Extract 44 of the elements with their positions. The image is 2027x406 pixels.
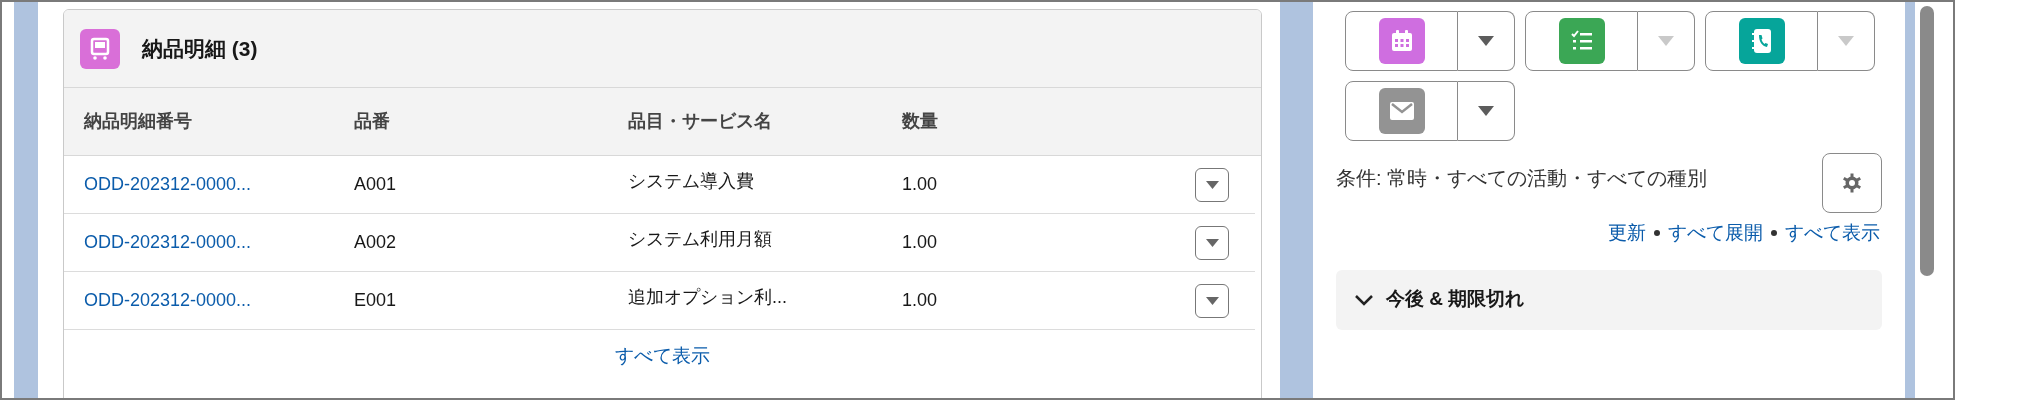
table-cell: A002 — [354, 232, 397, 252]
row-menu-button[interactable] — [1195, 167, 1229, 202]
new-task-button[interactable] — [1525, 11, 1638, 71]
section-title: 今後 & 期限切れ — [1386, 287, 1525, 312]
caret-icon — [1658, 36, 1674, 46]
dropdown-button[interactable] — [1458, 11, 1515, 71]
new-call-button[interactable] — [1705, 11, 1818, 71]
column-header: 品目・サービス名 — [628, 111, 772, 131]
record-link[interactable]: ODD-202312-0000... — [84, 232, 252, 252]
table-cell: システム導入費 — [628, 171, 754, 191]
column-header: 納品明細番号 — [84, 111, 192, 131]
table-cell: 1.00 — [902, 174, 938, 194]
caret-icon — [1478, 106, 1494, 116]
caret-icon — [1205, 237, 1219, 248]
column-header: 数量 — [902, 111, 938, 131]
gear-icon — [1842, 173, 1862, 193]
row-menu-button[interactable] — [1195, 225, 1229, 260]
action-link[interactable]: すべて表示 — [1785, 219, 1880, 248]
scrollbar-thumb[interactable] — [1920, 6, 1934, 276]
caret-icon — [1205, 179, 1219, 190]
table-cell: 1.00 — [902, 290, 938, 310]
section-header[interactable]: 今後 & 期限切れ — [1336, 269, 1882, 330]
caret-icon — [1478, 36, 1494, 46]
new-email-button[interactable] — [1345, 81, 1458, 141]
row-menu-button[interactable] — [1195, 283, 1229, 318]
new-event-button[interactable] — [1345, 11, 1458, 71]
action-link[interactable]: 更新 — [1608, 219, 1646, 248]
table-cell: E001 — [354, 290, 397, 310]
record-link[interactable]: ODD-202312-0000... — [84, 174, 252, 194]
card-title: 納品明細 (3) — [142, 35, 258, 62]
table-cell: 追加オプション利... — [628, 287, 787, 307]
action-link[interactable]: すべて展開 — [1668, 219, 1763, 248]
record-link[interactable]: ODD-202312-0000... — [84, 290, 252, 310]
caret-icon — [1205, 295, 1219, 306]
table-cell: A001 — [354, 174, 397, 194]
caret-icon — [1838, 36, 1854, 46]
column-header: 品番 — [354, 111, 390, 131]
dropdown-button[interactable] — [1458, 81, 1515, 141]
settings-button[interactable] — [1822, 153, 1882, 213]
filter-text: 条件: 常時・すべての活動・すべての種別 — [1336, 166, 1709, 191]
view-all-link[interactable]: すべて表示 — [615, 342, 710, 371]
delivery-icon — [80, 28, 120, 69]
table-cell: 1.00 — [902, 232, 938, 252]
table-cell: システム利用月額 — [628, 229, 772, 249]
